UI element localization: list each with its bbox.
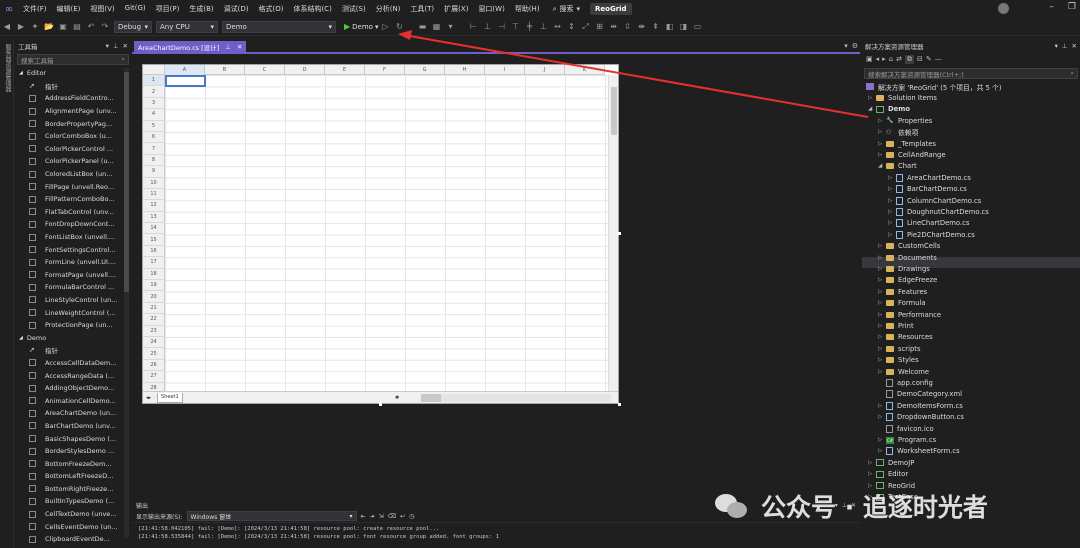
watermark-text: 公众号 · 追逐时光者 <box>761 493 988 522</box>
arrow-head <box>398 30 412 40</box>
annotation-arrow <box>398 30 869 118</box>
watermark: 公众号 · 追逐时光者 <box>715 488 988 524</box>
wechat-icon <box>715 492 751 520</box>
arrow-shaft <box>403 34 869 118</box>
